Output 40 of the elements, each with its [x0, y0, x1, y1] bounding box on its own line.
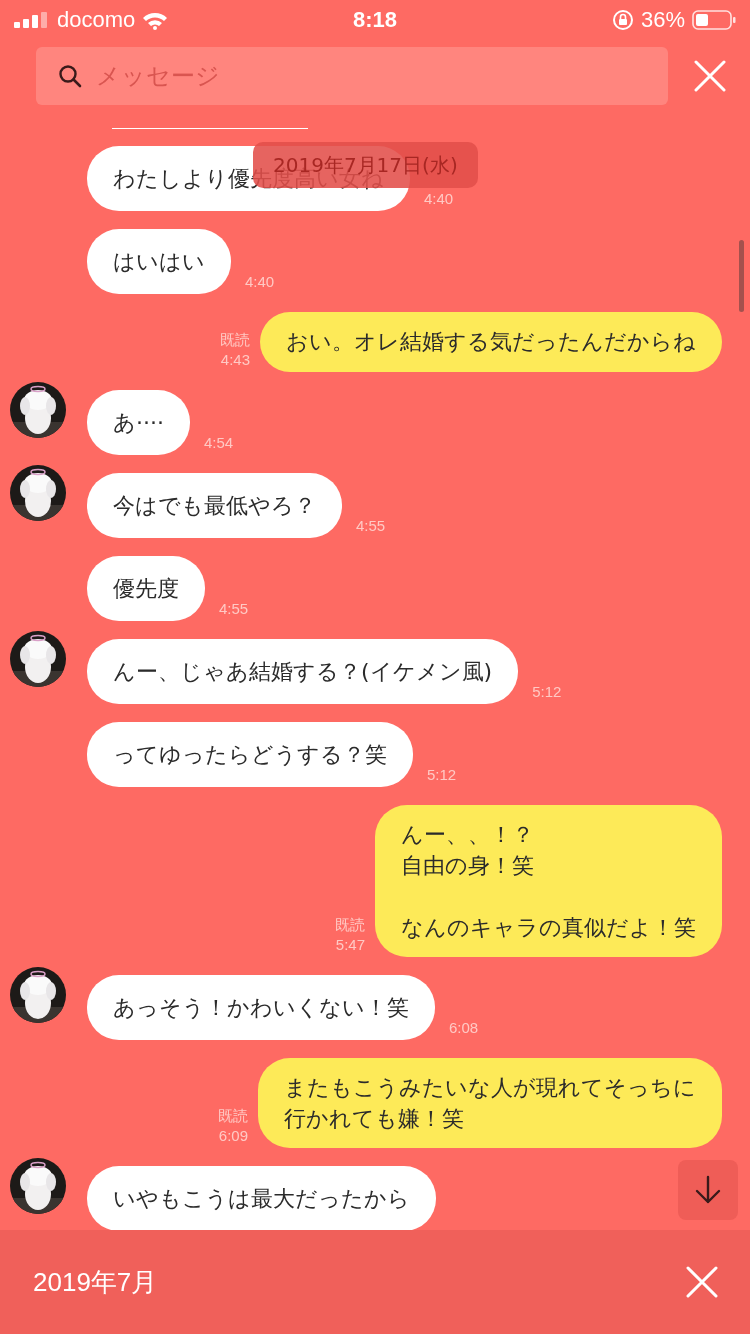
close-button[interactable]	[694, 60, 726, 92]
message-time: 5:12	[532, 682, 562, 702]
read-receipt: 既読	[220, 330, 250, 350]
message-time: 6:09	[218, 1126, 248, 1146]
message-bubble: んー、じゃあ結婚する？(イケメン風)	[87, 639, 519, 704]
message-bubble: はいはい	[87, 229, 231, 294]
close-icon	[686, 1266, 718, 1298]
carrier-name: docomo	[57, 7, 136, 33]
down-arrow-icon	[694, 1175, 722, 1205]
message-bubble: あっそう！かわいくない！笑	[87, 975, 435, 1040]
message-time: 4:43	[220, 350, 250, 370]
signal-icon	[14, 12, 50, 28]
scroll-down-button[interactable]	[678, 1160, 738, 1220]
close-button[interactable]	[686, 1266, 718, 1298]
message-time: 4:55	[356, 516, 386, 536]
clock-time: 8:18	[353, 7, 397, 33]
month-label: 2019年7月	[33, 1265, 158, 1299]
battery-icon	[692, 10, 736, 30]
message-bubble: 優先度	[87, 556, 205, 621]
message-time: 5:47	[335, 935, 365, 955]
scrollbar	[739, 240, 744, 312]
rotation-lock-icon	[611, 9, 634, 31]
message-time: 6:08	[449, 1018, 479, 1038]
message-time: 5:12	[427, 765, 457, 785]
message-bubble: ってゆったらどうする？笑	[87, 722, 413, 787]
message-time: 4:54	[204, 433, 234, 453]
wifi-icon	[142, 10, 169, 30]
message-time: 4:55	[219, 599, 249, 619]
read-receipt: 既読	[335, 915, 365, 935]
close-icon	[694, 60, 726, 92]
message-bubble: おい。オレ結婚する気だったんだからね	[260, 312, 722, 372]
message-bubble: んー、、！？ 自由の身！笑 なんのキャラの真似だよ！笑	[375, 805, 722, 957]
message-bubble: あ····	[87, 390, 190, 455]
battery-percentage: 36%	[640, 7, 685, 33]
message-bubble: いやもこうは最大だったから	[87, 1166, 436, 1230]
message-bubble: またもこうみたいな人が現れてそっちに 行かれても嫌！笑	[258, 1058, 722, 1148]
message-bubble: 今はでも最低やろ？	[87, 473, 342, 538]
read-receipt: 既読	[218, 1106, 248, 1126]
message-time: 4:40	[424, 189, 454, 209]
message-time: 4:40	[245, 272, 275, 292]
